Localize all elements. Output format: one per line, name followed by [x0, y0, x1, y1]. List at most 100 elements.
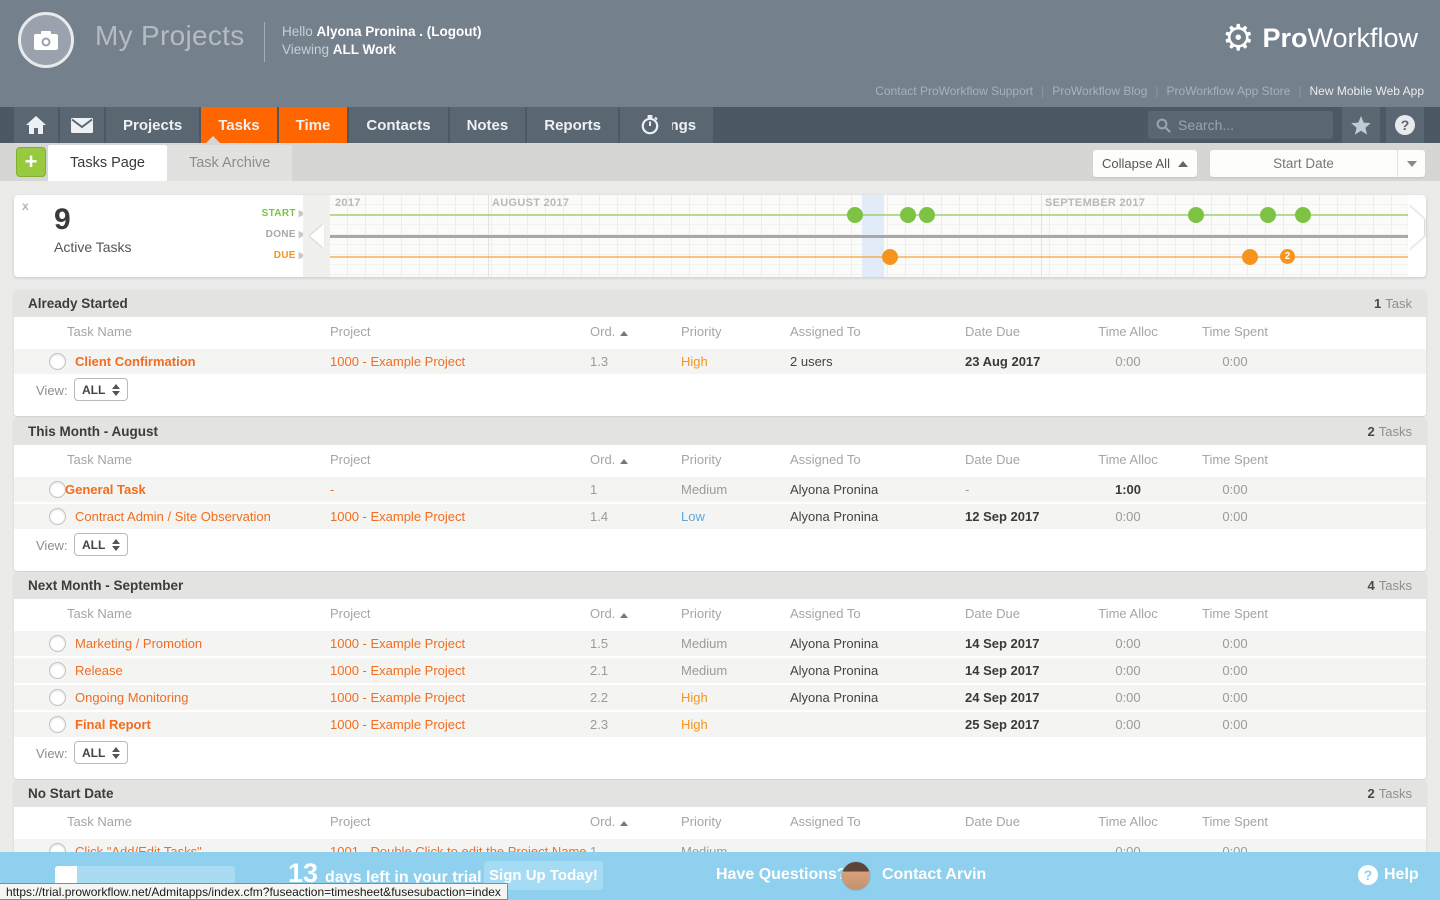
column-header-ord[interactable]: Ord. [590, 317, 628, 347]
greeting: Hello Alyona Pronina . (Logout) Viewing … [282, 23, 482, 59]
section-title: This Month - August [28, 424, 158, 439]
header-link[interactable]: ProWorkflow Blog [1052, 84, 1147, 98]
priority-value: Medium [681, 658, 727, 683]
task-row: Final Report1000 - Example Project2.3Hig… [14, 712, 1426, 737]
column-header-due: Date Due [965, 317, 1020, 347]
nav-item-label: Notes [467, 117, 509, 134]
project-link[interactable]: 1000 - Example Project [330, 504, 465, 529]
task-start-dot[interactable] [1260, 207, 1276, 223]
task-name-link[interactable]: General Task [65, 477, 146, 502]
sort-select[interactable]: Start Date [1210, 150, 1425, 177]
column-header-ord[interactable]: Ord. [590, 807, 628, 837]
task-start-dot[interactable] [1295, 207, 1311, 223]
assigned-to-value: Alyona Pronina [790, 685, 878, 710]
view-select[interactable]: ALL [74, 741, 128, 764]
sort-value: Start Date [1210, 156, 1397, 171]
task-name-link[interactable]: Ongoing Monitoring [75, 685, 188, 710]
nav-item-time[interactable]: Time [279, 107, 348, 143]
task-checkbox[interactable] [49, 689, 66, 706]
column-header-proj: Project [330, 599, 370, 629]
account-avatar[interactable] [18, 12, 74, 68]
nav-item-notes[interactable]: Notes [450, 107, 526, 143]
nav-item-projects[interactable]: Projects [106, 107, 199, 143]
search-input[interactable] [1178, 117, 1318, 133]
project-link[interactable]: 1000 - Example Project [330, 658, 465, 683]
task-due-dot[interactable] [1242, 249, 1258, 265]
help-nav-button[interactable]: ? [1386, 107, 1424, 143]
add-task-button[interactable]: + [16, 147, 46, 177]
task-name-link[interactable]: Final Report [75, 712, 151, 737]
timeline-scroll-right[interactable] [1408, 219, 1424, 237]
tab-tasks-page[interactable]: Tasks Page [48, 145, 167, 181]
priority-value: High [681, 349, 708, 374]
task-checkbox[interactable] [49, 716, 66, 733]
column-header-alloc: Time Alloc [1078, 599, 1178, 629]
header-link[interactable]: Contact ProWorkflow Support [875, 84, 1033, 98]
project-link[interactable]: - [330, 477, 334, 502]
task-start-dot[interactable] [919, 207, 935, 223]
contact-arvin-link[interactable]: Contact Arvin [882, 866, 986, 884]
task-checkbox[interactable] [49, 481, 66, 498]
lane-label-done: DONE▶ [266, 229, 306, 240]
project-link[interactable]: 1000 - Example Project [330, 712, 465, 737]
task-start-dot[interactable] [900, 207, 916, 223]
view-select[interactable]: ALL [74, 378, 128, 401]
nav-item-home[interactable] [14, 107, 58, 143]
task-checkbox[interactable] [49, 508, 66, 525]
task-checkbox[interactable] [49, 662, 66, 679]
favorites-button[interactable] [1342, 107, 1380, 143]
timeline-grid[interactable]: 2017AUGUST 2017SEPTEMBER 20172 [330, 195, 1408, 277]
sort-asc-icon [620, 459, 628, 464]
task-row: Release1000 - Example Project2.1MediumAl… [14, 658, 1426, 683]
task-due-dot[interactable] [882, 249, 898, 265]
project-link[interactable]: 1000 - Example Project [330, 631, 465, 656]
nav-item-reports[interactable]: Reports [527, 107, 618, 143]
collapse-all-button[interactable]: Collapse All [1093, 150, 1197, 177]
header-link[interactable]: ProWorkflow App Store [1167, 84, 1291, 98]
task-start-dot[interactable] [847, 207, 863, 223]
task-name-link[interactable]: Client Confirmation [75, 349, 196, 374]
assigned-to-value: Alyona Pronina [790, 658, 878, 683]
help-button[interactable]: ? Help [1358, 865, 1419, 885]
section-task-count: 2Tasks [1368, 424, 1412, 439]
gear-logo-icon: ⚙ [1222, 20, 1254, 56]
section-header[interactable]: This Month - August 2Tasks [14, 418, 1426, 445]
project-link[interactable]: 1000 - Example Project [330, 349, 465, 374]
task-name-link[interactable]: Contract Admin / Site Observation [75, 504, 271, 529]
nav-item-label: Contacts [366, 117, 430, 134]
task-name-link[interactable]: Marketing / Promotion [75, 631, 202, 656]
time-alloc-value: 1:00 [1078, 477, 1178, 502]
column-header-pri: Priority [681, 599, 721, 629]
task-due-count-badge[interactable]: 2 [1280, 249, 1295, 264]
logout-link[interactable]: Logout [431, 24, 477, 39]
sort-dropdown-button[interactable] [1397, 150, 1425, 177]
subnav-tabs: Tasks PageTask Archive [48, 145, 292, 181]
task-start-dot[interactable] [1188, 207, 1204, 223]
task-checkbox[interactable] [49, 353, 66, 370]
header-link[interactable]: New Mobile Web App [1309, 84, 1424, 98]
task-checkbox[interactable] [49, 635, 66, 652]
assigned-to-value: Alyona Pronina [790, 504, 878, 529]
support-avatar[interactable] [841, 861, 871, 891]
timeline-scroll-left[interactable] [303, 195, 330, 277]
date-due-value: 24 Sep 2017 [965, 685, 1039, 710]
lane-label-start: START▶ [262, 208, 306, 219]
header: My Projects Hello Alyona Pronina . (Logo… [0, 0, 1440, 107]
section-header[interactable]: Next Month - September4Tasks [14, 572, 1426, 599]
nav-item-mail[interactable] [60, 107, 104, 143]
task-name-link[interactable]: Release [75, 658, 123, 683]
tab-task-archive[interactable]: Task Archive [167, 145, 292, 181]
view-select[interactable]: ALL [74, 533, 128, 556]
section-header[interactable]: No Start Date2Tasks [14, 780, 1426, 807]
active-tab-notch [206, 136, 220, 143]
column-header-ord[interactable]: Ord. [590, 445, 628, 475]
timer-nav-button[interactable] [628, 107, 672, 143]
column-header-asgn: Assigned To [790, 317, 861, 347]
section-header[interactable]: Already Started1Task [14, 290, 1426, 317]
sort-asc-icon [620, 331, 628, 336]
column-header-ord[interactable]: Ord. [590, 599, 628, 629]
assigned-to-value: Alyona Pronina [790, 631, 878, 656]
close-timeline-button[interactable]: x [22, 199, 29, 213]
nav-item-contacts[interactable]: Contacts [349, 107, 447, 143]
project-link[interactable]: 1000 - Example Project [330, 685, 465, 710]
